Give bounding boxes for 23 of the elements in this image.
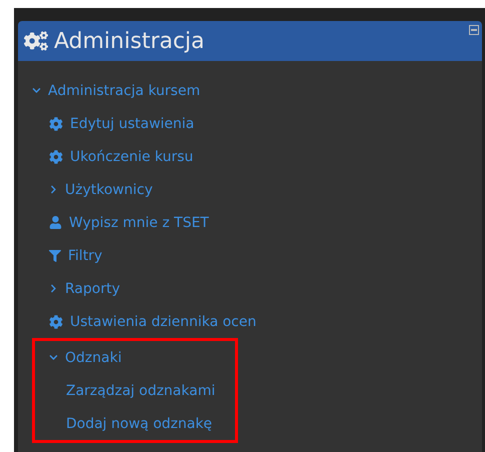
gear-icon [49, 116, 63, 130]
gears-icon [24, 29, 48, 53]
tree-item-link[interactable]: Zarządzaj odznakami [66, 382, 216, 398]
tree-item-link[interactable]: Ukończenie kursu [70, 148, 194, 164]
tree-item-link[interactable]: Raporty [65, 280, 120, 296]
chevron-down-icon[interactable] [32, 86, 41, 95]
tree-item-link[interactable]: Ustawienia dziennika ocen [70, 314, 256, 330]
collapse-icon[interactable] [469, 25, 479, 35]
chevron-right-icon[interactable] [49, 185, 58, 194]
tree-item-link[interactable]: Edytuj ustawienia [70, 116, 194, 132]
tree-item-link[interactable]: Odznaki [65, 350, 122, 366]
chevron-down-icon[interactable] [49, 353, 58, 362]
chevron-right-icon[interactable] [49, 284, 58, 293]
gear-icon [49, 150, 63, 164]
gear-icon [49, 314, 63, 328]
tree-item-link[interactable]: Administracja kursem [48, 82, 200, 98]
user-icon [49, 216, 62, 229]
tree-item-link[interactable]: Dodaj nową odznakę [66, 416, 212, 432]
tree-item-link[interactable]: Filtry [68, 248, 102, 264]
panel-title: Administracja [54, 28, 205, 54]
tree-item-link[interactable]: Wypisz mnie z TSET [69, 214, 209, 230]
tree-item-link[interactable]: Użytkownicy [65, 182, 153, 198]
filter-icon [49, 250, 61, 262]
